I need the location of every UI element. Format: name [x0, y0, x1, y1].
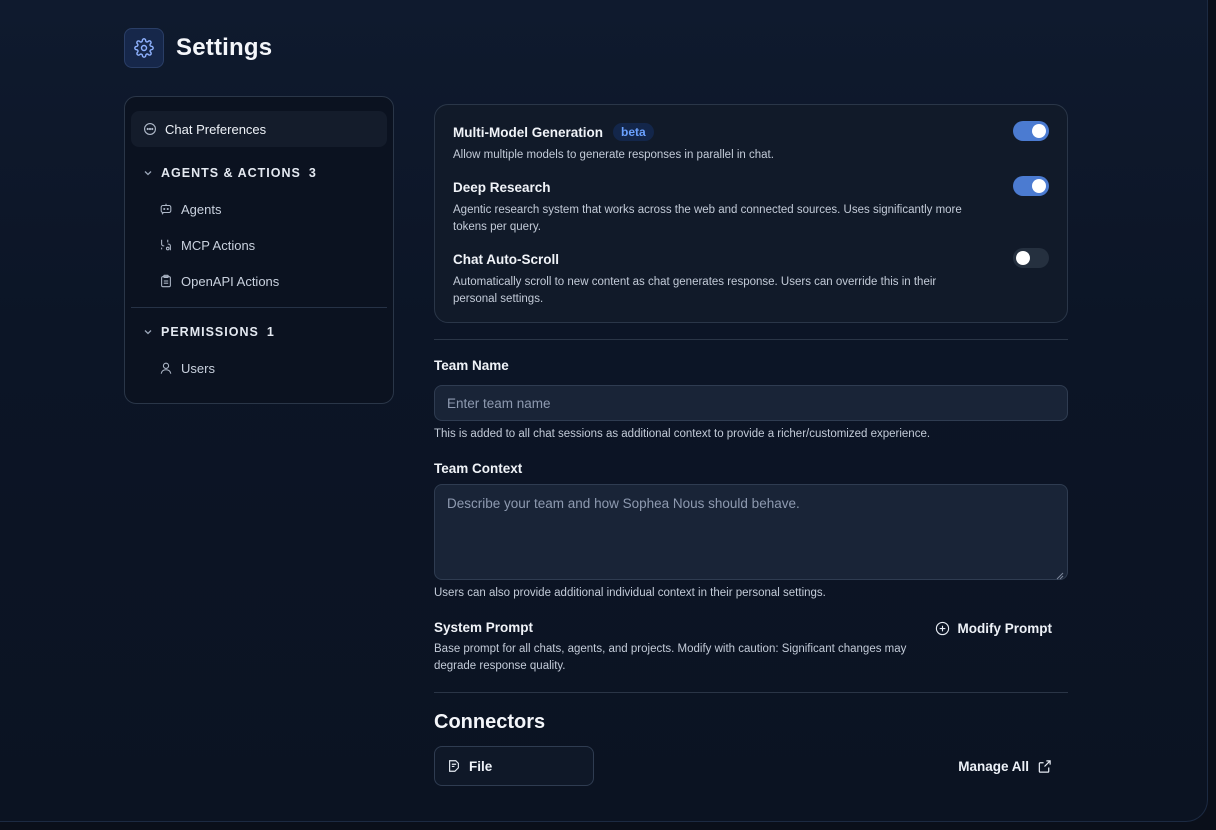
sidebar-item-agents[interactable]: Agents — [131, 191, 387, 227]
team-context-help: Users can also provide additional indivi… — [434, 587, 826, 599]
connector-label: File — [469, 758, 493, 774]
connectors-title: Connectors — [434, 711, 546, 733]
external-link-icon — [1037, 759, 1052, 774]
page-title: Settings — [176, 34, 273, 61]
sidebar-item-chat-preferences[interactable]: Chat Preferences — [131, 111, 387, 147]
chevron-down-icon — [143, 168, 153, 178]
team-name-label: Team Name — [434, 358, 509, 373]
sidebar-divider — [131, 307, 387, 308]
manage-all-label: Manage All — [958, 758, 1029, 774]
sidebar-group-title: AGENTS & ACTIONS — [161, 166, 301, 180]
team-context-placeholder: Describe your team and how Sophea Nous s… — [447, 496, 800, 511]
chat-bubble-icon — [143, 122, 157, 136]
connector-file[interactable]: File — [434, 746, 594, 786]
team-context-label: Team Context — [434, 461, 523, 476]
settings-sidebar: Chat Preferences AGENTS & ACTIONS 3 Agen… — [124, 96, 394, 404]
file-icon — [447, 759, 461, 773]
user-icon — [159, 361, 173, 375]
manage-all-link[interactable]: Manage All — [958, 759, 1052, 774]
sidebar-item-label: Agents — [181, 201, 222, 217]
settings-main: Multi-Model Generation beta Allow multip… — [434, 104, 1068, 786]
team-name-input[interactable]: Enter team name — [434, 385, 1068, 421]
team-context-textarea[interactable]: Describe your team and how Sophea Nous s… — [434, 484, 1068, 580]
page-header: Settings — [124, 28, 272, 68]
toggle-title: Deep Research — [453, 179, 551, 195]
plus-circle-icon — [935, 621, 950, 636]
clipboard-icon — [159, 274, 173, 288]
mcp-icon — [159, 238, 173, 252]
system-prompt-row: System Prompt Base prompt for all chats,… — [434, 620, 1068, 675]
toggle-description: Automatically scroll to new content as c… — [453, 276, 937, 305]
modify-prompt-button[interactable]: Modify Prompt — [935, 621, 1053, 636]
sidebar-item-openapi-actions[interactable]: OpenAPI Actions — [131, 263, 387, 299]
toggle-row-multi-model: Multi-Model Generation beta Allow multip… — [453, 121, 1049, 164]
sidebar-group-agents-actions[interactable]: AGENTS & ACTIONS 3 — [131, 155, 387, 191]
agent-bot-icon — [159, 202, 173, 216]
beta-badge: beta — [613, 123, 654, 141]
system-prompt-help: Base prompt for all chats, agents, and p… — [434, 643, 907, 672]
auto-scroll-toggle[interactable] — [1013, 248, 1049, 268]
gear-icon — [124, 28, 164, 68]
chevron-down-icon — [143, 327, 153, 337]
system-prompt-label: System Prompt — [434, 620, 534, 635]
toggle-title: Multi-Model Generation — [453, 124, 603, 140]
sidebar-item-label: MCP Actions — [181, 237, 256, 253]
toggle-description: Allow multiple models to generate respon… — [453, 149, 774, 161]
sidebar-group-count: 1 — [266, 325, 275, 339]
sidebar-item-label: OpenAPI Actions — [181, 273, 280, 289]
toggle-row-auto-scroll: Chat Auto-Scroll Automatically scroll to… — [453, 248, 1049, 308]
toggle-title: Chat Auto-Scroll — [453, 251, 559, 267]
chat-toggles-card: Multi-Model Generation beta Allow multip… — [434, 104, 1068, 323]
resize-grip-icon[interactable] — [1056, 568, 1064, 580]
sidebar-item-mcp-actions[interactable]: MCP Actions — [131, 227, 387, 263]
sidebar-group-permissions[interactable]: PERMISSIONS 1 — [131, 314, 387, 350]
toggle-row-deep-research: Deep Research Agentic research system th… — [453, 176, 1049, 236]
sidebar-item-label: Chat Preferences — [165, 121, 267, 137]
deep-research-toggle[interactable] — [1013, 176, 1049, 196]
sidebar-item-users[interactable]: Users — [131, 350, 387, 386]
section-divider — [434, 339, 1068, 340]
section-divider — [434, 692, 1068, 693]
team-name-help: This is added to all chat sessions as ad… — [434, 428, 931, 440]
toggle-description: Agentic research system that works acros… — [453, 204, 962, 233]
settings-window: Settings Chat Preferences AGENTS & ACTIO… — [0, 0, 1208, 822]
sidebar-group-title: PERMISSIONS — [161, 325, 259, 339]
multi-model-toggle[interactable] — [1013, 121, 1049, 141]
sidebar-item-label: Users — [181, 360, 215, 376]
sidebar-group-count: 3 — [308, 166, 317, 180]
modify-prompt-label: Modify Prompt — [957, 621, 1053, 636]
connectors-row: File Manage All — [434, 746, 1068, 786]
